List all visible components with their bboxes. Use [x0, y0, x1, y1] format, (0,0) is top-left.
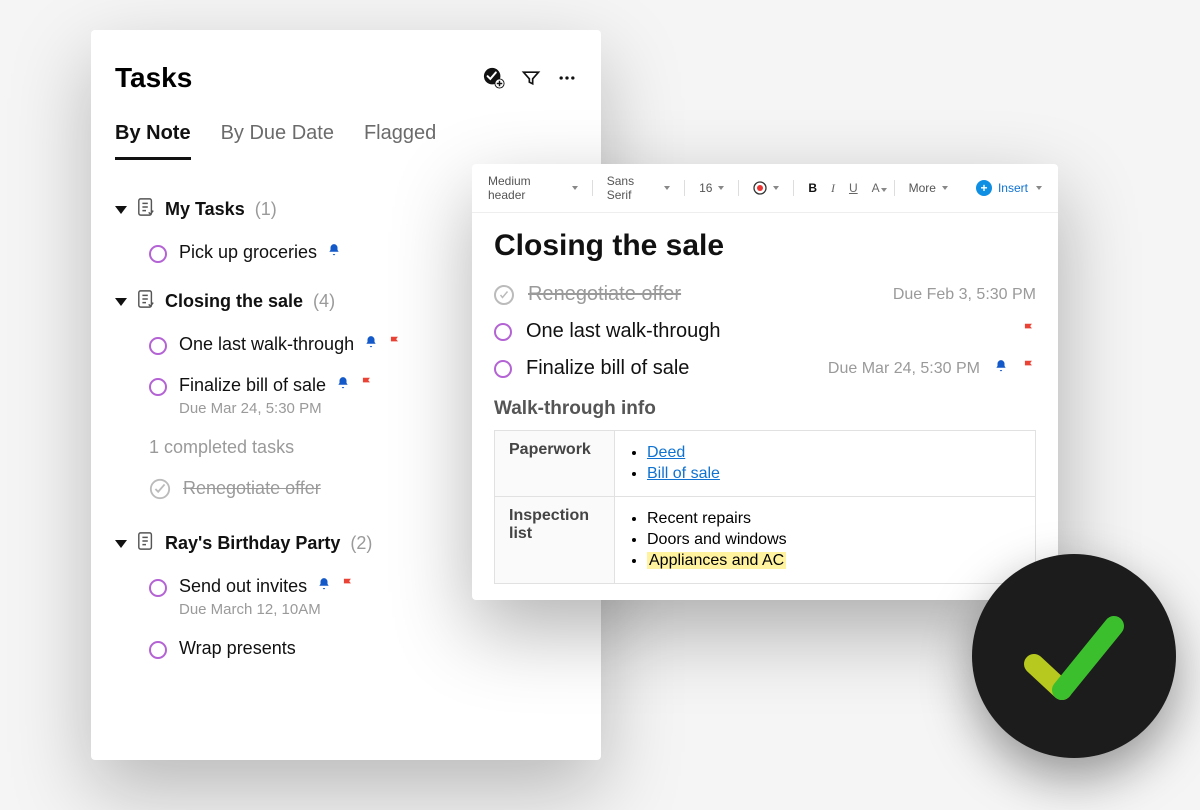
bell-icon[interactable]	[364, 334, 378, 355]
group-count: (1)	[255, 199, 277, 220]
chevron-down-icon	[115, 540, 127, 548]
note-body[interactable]: Closing the sale Renegotiate offer Due F…	[472, 213, 1058, 592]
style-dropdown[interactable]: Medium header	[488, 174, 578, 202]
highlighted-text: Appliances and AC	[647, 552, 786, 569]
task-text: Wrap presents	[179, 638, 296, 659]
list-item: Appliances and AC	[647, 552, 1021, 570]
section-heading: Walk-through info	[494, 398, 1036, 420]
task-due: Due March 12, 10AM	[179, 601, 355, 618]
task-checkbox[interactable]	[149, 378, 167, 396]
more-dropdown[interactable]: More	[909, 181, 948, 195]
flag-icon[interactable]	[1022, 358, 1036, 379]
flag-icon[interactable]	[341, 576, 355, 597]
tasks-title: Tasks	[115, 62, 192, 94]
task-checkbox-done[interactable]	[494, 285, 514, 305]
size-dropdown[interactable]: 16	[699, 181, 724, 195]
task-checkbox[interactable]	[149, 337, 167, 355]
task-text: Pick up groceries	[179, 242, 317, 263]
plus-icon: +	[976, 180, 992, 196]
link-bill-of-sale[interactable]: Bill of sale	[647, 465, 720, 482]
note-task-due: Due Mar 24, 5:30 PM	[828, 360, 980, 378]
chevron-down-icon	[115, 298, 127, 306]
bell-icon[interactable]	[336, 375, 350, 396]
list-item: Recent repairs	[647, 510, 1021, 528]
task-text: Finalize bill of sale	[179, 375, 326, 396]
flag-icon[interactable]	[388, 334, 402, 355]
insert-button[interactable]: + Insert	[976, 180, 1042, 196]
tasks-tabs: By Note By Due Date Flagged	[91, 112, 601, 161]
task-row[interactable]: Wrap presents	[149, 638, 577, 659]
tab-by-due-date[interactable]: By Due Date	[221, 122, 334, 160]
list-item: Doors and windows	[647, 531, 1021, 549]
task-checkbox[interactable]	[494, 323, 512, 341]
note-task-due: Due Feb 3, 5:30 PM	[893, 286, 1036, 304]
font-dropdown[interactable]: Sans Serif	[607, 174, 670, 202]
task-checkbox[interactable]	[149, 579, 167, 597]
highlight-button[interactable]: A	[872, 181, 880, 195]
chevron-down-icon	[115, 206, 127, 214]
note-panel: Medium header Sans Serif 16 B I U A More…	[472, 164, 1058, 600]
tasks-header: Tasks	[91, 62, 601, 94]
tab-by-note[interactable]: By Note	[115, 122, 191, 160]
flag-icon[interactable]	[360, 375, 374, 396]
bell-icon[interactable]	[327, 242, 341, 263]
task-text: One last walk-through	[179, 334, 354, 355]
note-task-text: One last walk-through	[526, 320, 721, 343]
note-icon	[137, 197, 155, 222]
more-icon[interactable]	[557, 68, 577, 88]
task-text: Send out invites	[179, 576, 307, 597]
task-text: Renegotiate offer	[183, 478, 321, 499]
task-checkbox[interactable]	[149, 245, 167, 263]
bell-icon[interactable]	[994, 358, 1008, 379]
checkmark-icon	[1014, 596, 1134, 716]
group-title: Closing the sale	[165, 291, 303, 312]
table-cell-label: Inspection list	[495, 497, 615, 584]
note-title[interactable]: Closing the sale	[494, 229, 1036, 263]
link-deed[interactable]: Deed	[647, 444, 685, 461]
underline-button[interactable]: U	[849, 181, 858, 195]
group-count: (2)	[350, 533, 372, 554]
table-cell-label: Paperwork	[495, 431, 615, 497]
walkthrough-table: Paperwork Deed Bill of sale Inspection l…	[494, 430, 1036, 584]
table-cell-value[interactable]: Recent repairs Doors and windows Applian…	[615, 497, 1036, 584]
note-task-row[interactable]: Finalize bill of sale Due Mar 24, 5:30 P…	[494, 357, 1036, 380]
bold-button[interactable]: B	[808, 181, 817, 195]
add-task-icon[interactable]	[483, 67, 505, 89]
filter-icon[interactable]	[521, 68, 541, 88]
table-cell-value[interactable]: Deed Bill of sale	[615, 431, 1036, 497]
editor-toolbar: Medium header Sans Serif 16 B I U A More…	[472, 164, 1058, 213]
task-due: Due Mar 24, 5:30 PM	[179, 400, 374, 417]
tab-flagged[interactable]: Flagged	[364, 122, 436, 160]
group-title: Ray's Birthday Party	[165, 533, 340, 554]
flag-icon[interactable]	[1022, 321, 1036, 342]
task-checkbox[interactable]	[494, 360, 512, 378]
note-task-row[interactable]: One last walk-through	[494, 320, 1036, 343]
task-checkbox-done[interactable]	[149, 478, 171, 505]
bell-icon[interactable]	[317, 576, 331, 597]
note-icon	[137, 531, 155, 556]
group-title: My Tasks	[165, 199, 245, 220]
note-task-text: Renegotiate offer	[528, 283, 681, 306]
success-badge	[972, 554, 1176, 758]
note-task-text: Finalize bill of sale	[526, 357, 689, 380]
text-color-icon[interactable]	[753, 181, 779, 195]
note-task-row[interactable]: Renegotiate offer Due Feb 3, 5:30 PM	[494, 283, 1036, 306]
group-count: (4)	[313, 291, 335, 312]
note-icon	[137, 289, 155, 314]
task-checkbox[interactable]	[149, 641, 167, 659]
italic-button[interactable]: I	[831, 181, 835, 196]
